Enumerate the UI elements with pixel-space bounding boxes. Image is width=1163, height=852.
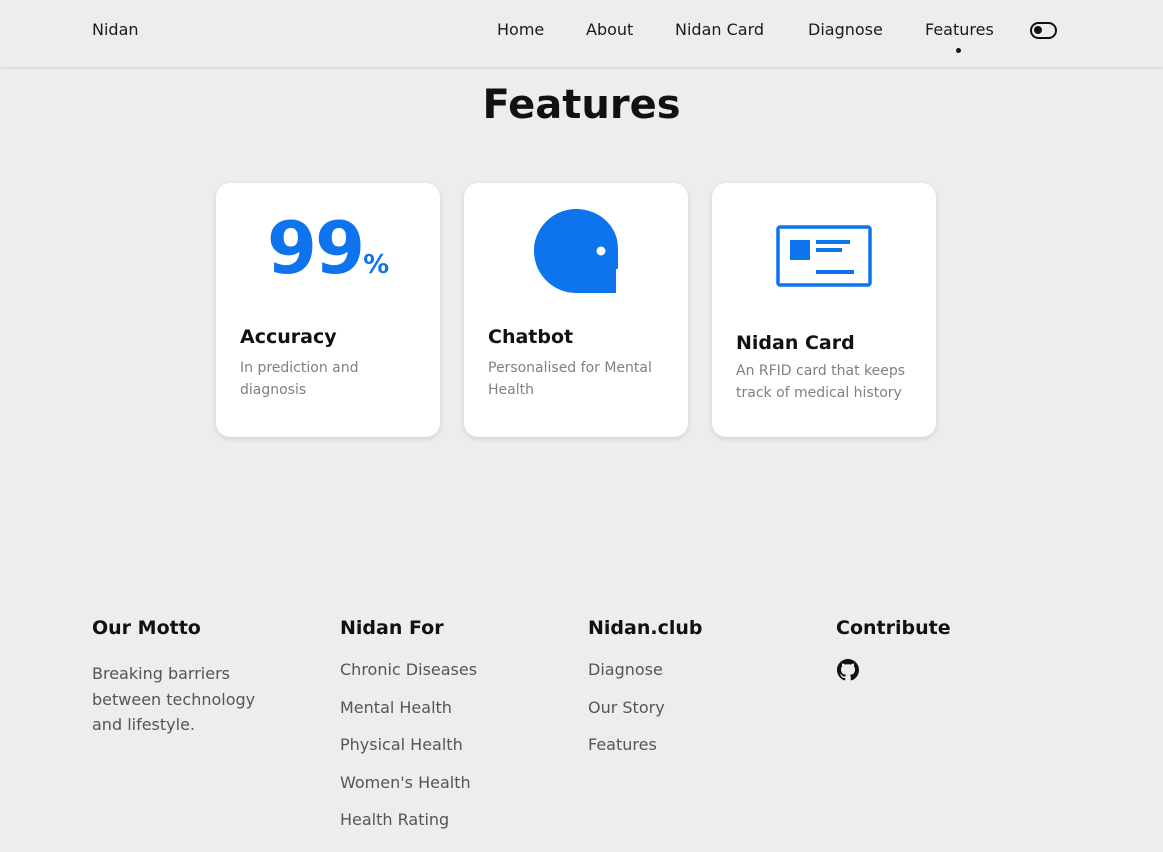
card-description: In prediction and diagnosis [240,360,359,398]
github-icon[interactable] [837,659,859,681]
motto-text: Breaking barriers between technology and… [92,664,256,734]
nav-home[interactable]: Home [497,20,544,39]
footer-motto: Our Motto Breaking barriers between tech… [92,617,322,738]
footer-link-chronic-diseases[interactable]: Chronic Diseases [340,661,570,699]
card-title: Chatbot [488,326,574,348]
nav-about[interactable]: About [586,20,633,39]
active-indicator-dot [956,48,961,53]
chatbot-head-icon [534,209,618,293]
footer-link-mental-health[interactable]: Mental Health [340,698,570,737]
footer-heading: Our Motto [92,617,201,639]
footer-link-our-story[interactable]: Our Story [588,698,818,737]
feature-card-accuracy: 99% Accuracy In prediction and diagnosis [216,183,440,437]
nav-features[interactable]: Features [925,20,994,39]
card-description: An RFID card that keeps track of medical… [736,363,906,401]
accuracy-stat: 99% [216,209,440,287]
card-description: Personalised for Mental Health [488,360,652,398]
footer-nidan-club: Nidan.club Diagnose Our Story Features [588,617,818,774]
stat-unit: % [363,250,390,280]
card-title: Nidan Card [736,332,855,354]
footer-link-diagnose[interactable]: Diagnose [588,661,818,699]
page-title: Features [482,82,681,128]
footer-heading: Nidan For [340,617,444,639]
theme-toggle-icon[interactable] [1030,22,1057,39]
stat-value: 99 [266,206,365,290]
footer-nidan-for: Nidan For Chronic Diseases Mental Health… [340,617,570,849]
navbar: Nidan Home About Nidan Card Diagnose Fea… [0,0,1163,67]
card-title: Accuracy [240,326,337,348]
feature-card-chatbot: Chatbot Personalised for Mental Health [464,183,688,437]
nav-nidan-card[interactable]: Nidan Card [675,20,764,39]
footer-contribute: Contribute [836,617,1066,685]
toggle-knob [1034,26,1042,34]
footer-heading: Nidan.club [588,617,703,639]
footer-link-features[interactable]: Features [588,736,818,774]
footer-link-physical-health[interactable]: Physical Health [340,736,570,774]
nav-diagnose[interactable]: Diagnose [808,20,883,39]
footer-link-womens-health[interactable]: Women's Health [340,773,570,812]
feature-card-nidan-card: Nidan Card An RFID card that keeps track… [712,183,936,437]
id-card-icon [776,225,872,287]
footer-link-health-rating[interactable]: Health Rating [340,811,570,849]
footer-heading: Contribute [836,617,951,639]
brand-logo[interactable]: Nidan [92,20,139,39]
